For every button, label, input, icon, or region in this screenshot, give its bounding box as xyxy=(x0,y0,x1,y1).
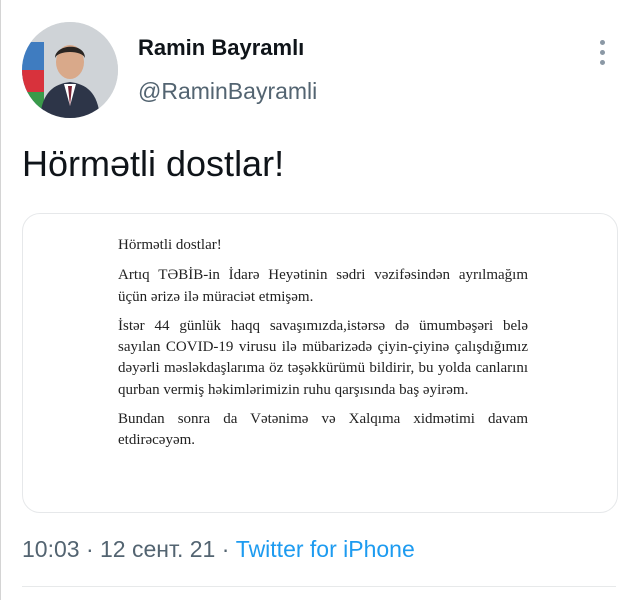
letter-paragraph: Bundan sonra da Vətənimə və Xalqıma xidm… xyxy=(118,411,528,449)
avatar[interactable] xyxy=(22,22,118,118)
meta-separator: · xyxy=(215,536,236,562)
author-name[interactable]: Ramin Bayramlı xyxy=(138,35,304,61)
letter-paragraph: Artıq TƏBİB-in İdarə Heyətinin sədri vəz… xyxy=(118,267,528,305)
more-dot xyxy=(600,40,605,45)
attached-image[interactable]: Hörmətli dostlar! Artıq TƏBİB-in İdarə H… xyxy=(22,213,618,513)
more-dot xyxy=(600,60,605,65)
author-handle[interactable]: @RaminBayramli xyxy=(138,78,317,105)
letter-greeting: Hörmətli dostlar! xyxy=(118,237,222,253)
meta-separator: · xyxy=(79,536,101,562)
avatar-photo xyxy=(22,22,118,118)
letter-document: Hörmətli dostlar! Artıq TƏBİB-in İdarə H… xyxy=(118,235,528,460)
tweet-time[interactable]: 10:03 xyxy=(22,536,80,562)
letter-paragraph: İstər 44 günlük haqq savaşımızda,istərsə… xyxy=(118,317,528,398)
tweet-text: Hörmətli dostlar! xyxy=(22,143,285,184)
more-dot xyxy=(600,50,605,55)
tweet-source-link[interactable]: Twitter for iPhone xyxy=(236,536,415,562)
left-border xyxy=(0,0,1,600)
more-vertical-icon[interactable] xyxy=(592,36,614,68)
tweet-date[interactable]: 12 сент. 21 xyxy=(100,536,215,562)
divider xyxy=(22,586,616,587)
tweet-metadata: 10:03 · 12 сент. 21 · Twitter for iPhone xyxy=(22,536,415,563)
